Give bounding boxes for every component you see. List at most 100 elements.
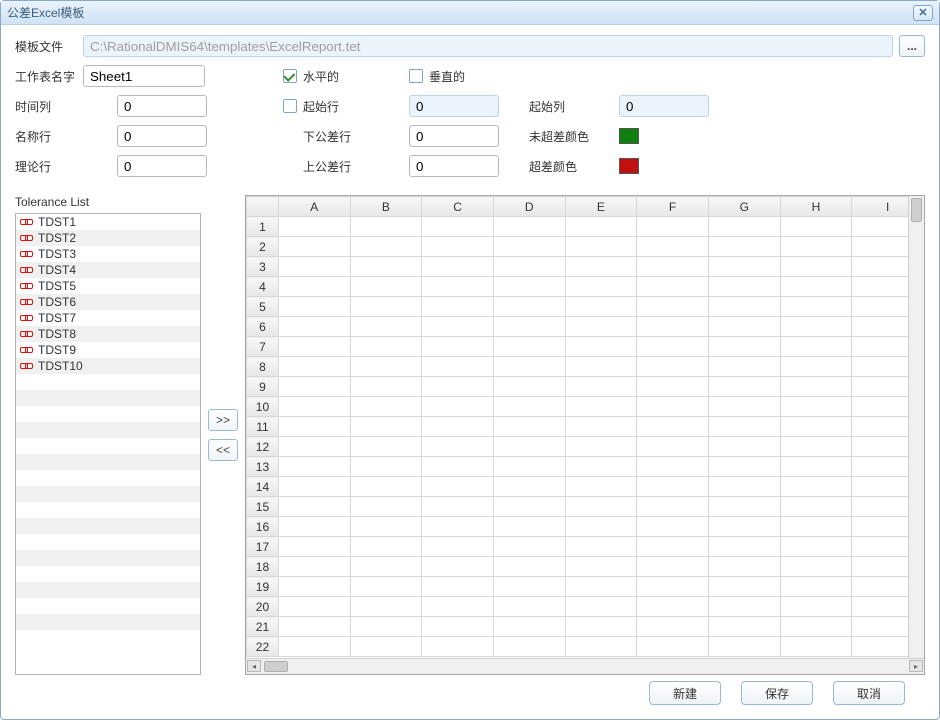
cell[interactable] bbox=[278, 237, 350, 257]
start-row-checkbox[interactable] bbox=[283, 99, 297, 113]
cell[interactable] bbox=[565, 417, 637, 437]
cell[interactable] bbox=[708, 257, 780, 277]
cell[interactable] bbox=[350, 437, 422, 457]
cell[interactable] bbox=[278, 337, 350, 357]
cell[interactable] bbox=[565, 217, 637, 237]
cell[interactable] bbox=[422, 537, 494, 557]
cell[interactable] bbox=[278, 317, 350, 337]
tolerance-list-item[interactable]: TDST2 bbox=[16, 230, 200, 246]
tolerance-list-item[interactable]: TDST10 bbox=[16, 358, 200, 374]
cancel-button[interactable]: 取消 bbox=[833, 681, 905, 705]
cell[interactable] bbox=[493, 597, 565, 617]
row-header[interactable]: 16 bbox=[247, 517, 279, 537]
vertical-scrollbar[interactable] bbox=[908, 196, 924, 658]
cell[interactable] bbox=[780, 217, 852, 237]
cell[interactable] bbox=[708, 337, 780, 357]
cell[interactable] bbox=[565, 397, 637, 417]
cell[interactable] bbox=[493, 237, 565, 257]
cell[interactable] bbox=[565, 617, 637, 637]
cell[interactable] bbox=[350, 517, 422, 537]
cell[interactable] bbox=[780, 537, 852, 557]
cell[interactable] bbox=[565, 597, 637, 617]
cell[interactable] bbox=[637, 557, 709, 577]
cell[interactable] bbox=[637, 597, 709, 617]
cell[interactable] bbox=[422, 477, 494, 497]
cell[interactable] bbox=[350, 477, 422, 497]
new-button[interactable]: 新建 bbox=[649, 681, 721, 705]
tolerance-list-item[interactable]: TDST9 bbox=[16, 342, 200, 358]
template-file-input[interactable] bbox=[83, 35, 893, 57]
cell[interactable] bbox=[780, 317, 852, 337]
cell[interactable] bbox=[422, 277, 494, 297]
tolerance-list-item[interactable]: TDST4 bbox=[16, 262, 200, 278]
cell[interactable] bbox=[708, 597, 780, 617]
tolerance-list[interactable]: TDST1TDST2TDST3TDST4TDST5TDST6TDST7TDST8… bbox=[15, 213, 201, 675]
theory-row-input[interactable] bbox=[117, 155, 207, 177]
cell[interactable] bbox=[565, 337, 637, 357]
spreadsheet-body[interactable]: ABCDEFGHI1234567891011121314151617181920… bbox=[246, 196, 924, 658]
cell[interactable] bbox=[422, 357, 494, 377]
cell[interactable] bbox=[493, 417, 565, 437]
cell[interactable] bbox=[637, 297, 709, 317]
cell[interactable] bbox=[565, 637, 637, 657]
cell[interactable] bbox=[637, 377, 709, 397]
row-header[interactable]: 17 bbox=[247, 537, 279, 557]
cell[interactable] bbox=[637, 417, 709, 437]
cell[interactable] bbox=[350, 317, 422, 337]
cell[interactable] bbox=[493, 277, 565, 297]
column-header[interactable]: A bbox=[278, 197, 350, 217]
cell[interactable] bbox=[493, 397, 565, 417]
cell[interactable] bbox=[637, 257, 709, 277]
row-header[interactable]: 12 bbox=[247, 437, 279, 457]
cell[interactable] bbox=[565, 517, 637, 537]
cell[interactable] bbox=[422, 597, 494, 617]
cell[interactable] bbox=[350, 457, 422, 477]
vertical-scroll-thumb[interactable] bbox=[911, 198, 922, 222]
cell[interactable] bbox=[780, 417, 852, 437]
cell[interactable] bbox=[278, 257, 350, 277]
cell[interactable] bbox=[780, 297, 852, 317]
cell[interactable] bbox=[350, 397, 422, 417]
column-header[interactable]: B bbox=[350, 197, 422, 217]
cell[interactable] bbox=[565, 437, 637, 457]
cell[interactable] bbox=[637, 337, 709, 357]
row-header[interactable]: 20 bbox=[247, 597, 279, 617]
cell[interactable] bbox=[422, 457, 494, 477]
cell[interactable] bbox=[350, 377, 422, 397]
cell[interactable] bbox=[278, 597, 350, 617]
cell[interactable] bbox=[350, 497, 422, 517]
cell[interactable] bbox=[708, 437, 780, 457]
cell[interactable] bbox=[637, 517, 709, 537]
column-header[interactable]: C bbox=[422, 197, 494, 217]
row-header[interactable]: 18 bbox=[247, 557, 279, 577]
cell[interactable] bbox=[780, 617, 852, 637]
cell[interactable] bbox=[350, 277, 422, 297]
column-header[interactable]: H bbox=[780, 197, 852, 217]
upper-tol-input[interactable] bbox=[409, 155, 499, 177]
column-header[interactable]: E bbox=[565, 197, 637, 217]
tolerance-list-item[interactable]: TDST1 bbox=[16, 214, 200, 230]
cell[interactable] bbox=[493, 637, 565, 657]
cell[interactable] bbox=[493, 457, 565, 477]
cell[interactable] bbox=[493, 257, 565, 277]
row-header[interactable]: 9 bbox=[247, 377, 279, 397]
cell[interactable] bbox=[708, 217, 780, 237]
cell[interactable] bbox=[350, 417, 422, 437]
cell[interactable] bbox=[278, 277, 350, 297]
column-header[interactable]: G bbox=[708, 197, 780, 217]
cell[interactable] bbox=[565, 357, 637, 377]
cell[interactable] bbox=[780, 457, 852, 477]
cell[interactable] bbox=[278, 637, 350, 657]
cell[interactable] bbox=[350, 597, 422, 617]
cell[interactable] bbox=[708, 477, 780, 497]
cell[interactable] bbox=[708, 617, 780, 637]
cell[interactable] bbox=[278, 377, 350, 397]
cell[interactable] bbox=[637, 637, 709, 657]
cell[interactable] bbox=[493, 377, 565, 397]
row-header[interactable]: 4 bbox=[247, 277, 279, 297]
spreadsheet[interactable]: ABCDEFGHI1234567891011121314151617181920… bbox=[245, 195, 925, 675]
column-header[interactable]: F bbox=[637, 197, 709, 217]
row-header[interactable]: 11 bbox=[247, 417, 279, 437]
cell[interactable] bbox=[350, 217, 422, 237]
horizontal-scroll-thumb[interactable] bbox=[264, 661, 288, 672]
